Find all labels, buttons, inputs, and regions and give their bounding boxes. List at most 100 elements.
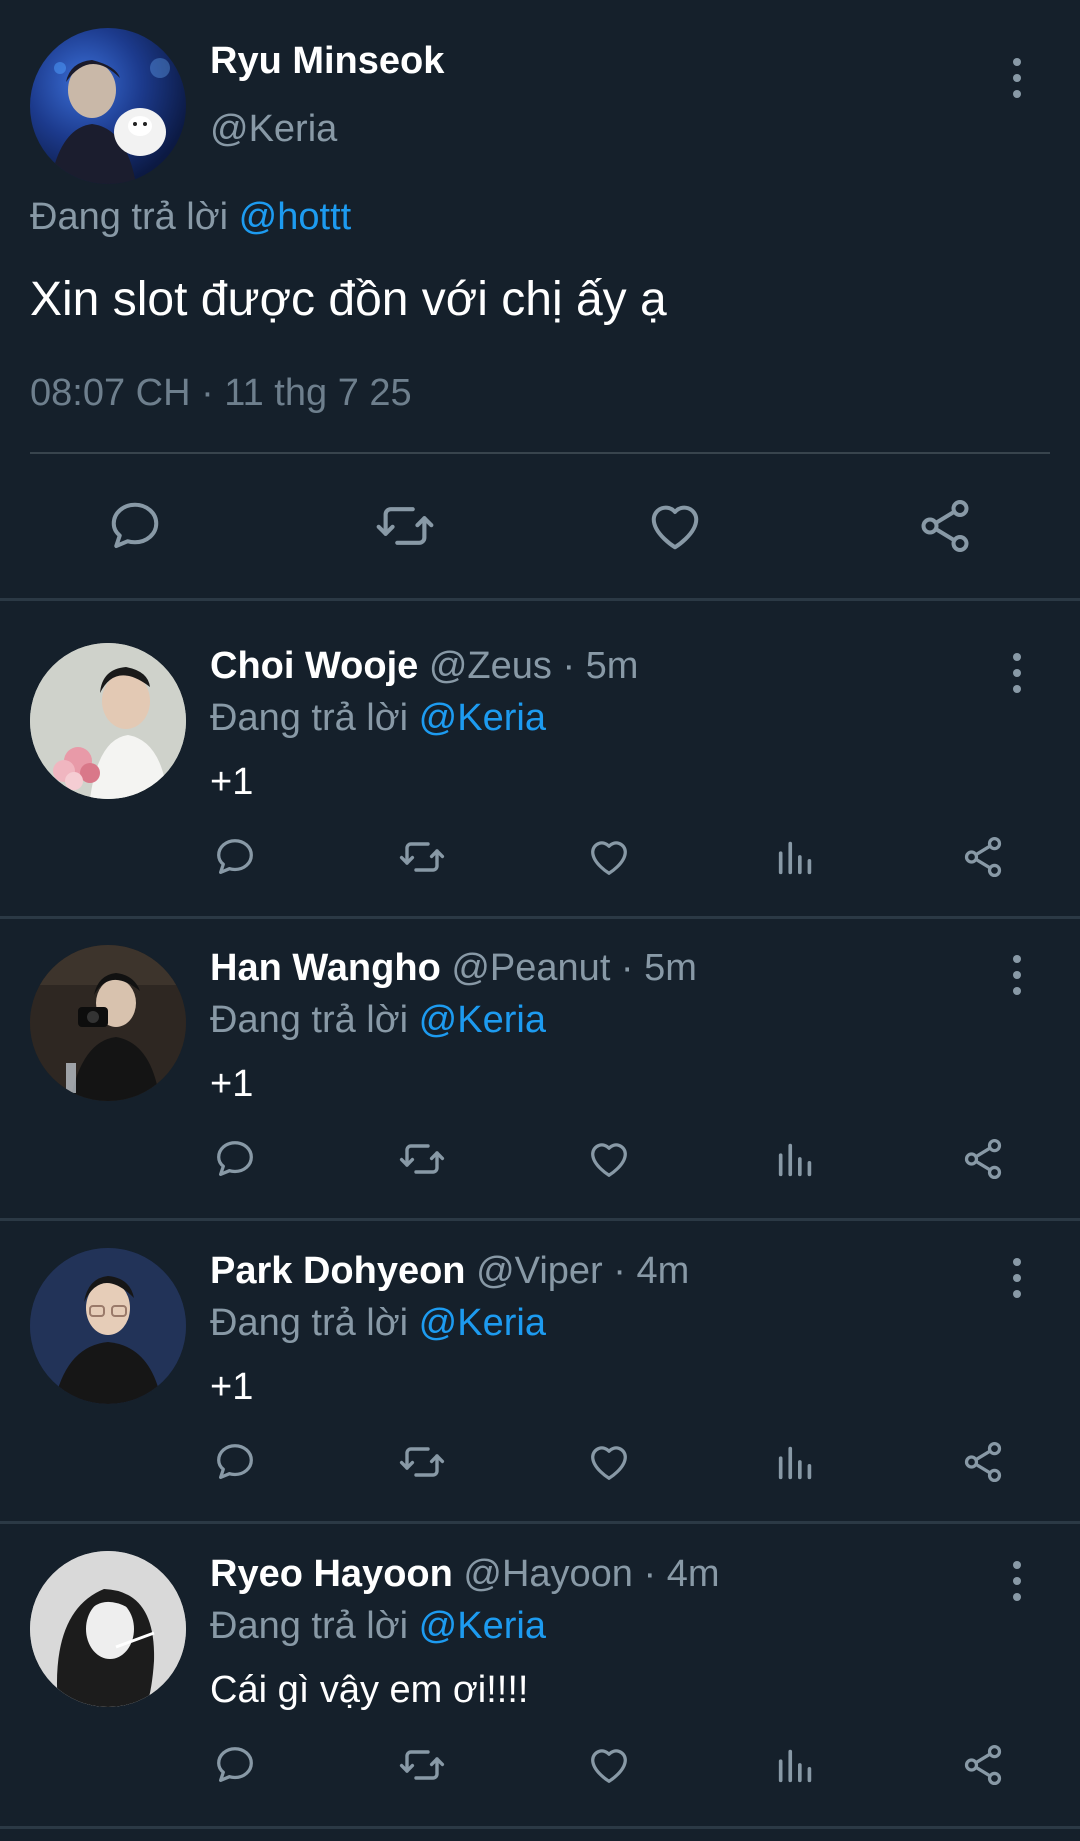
author-name[interactable]: Han Wangho [210, 947, 441, 989]
like-icon [591, 1749, 627, 1783]
reply-text: +1 [210, 761, 254, 803]
avatar-photo-icon [30, 945, 186, 1101]
more-options-icon[interactable] [1002, 953, 1032, 997]
mention-link[interactable]: @hottt [239, 196, 352, 238]
reply-icon [217, 1141, 253, 1176]
author-handle[interactable]: @Keria [210, 108, 337, 151]
like-icon [591, 1446, 627, 1480]
reply-tweet[interactable]: Ryeo Hayoon @Hayoon · 4m Đang trả lời @K… [0, 1509, 1080, 1809]
author-name[interactable]: Ryeo Hayoon [210, 1553, 453, 1595]
share-button[interactable] [909, 490, 981, 562]
reply-header: Ryeo Hayoon @Hayoon · 4m [210, 1553, 720, 1596]
mention-link[interactable]: @Keria [419, 697, 546, 739]
tweet-text: Xin slot được đồn với chị ấy ạ [30, 273, 667, 326]
author-name[interactable]: Park Dohyeon [210, 1250, 466, 1292]
like-button[interactable] [581, 829, 637, 885]
reply-header: Choi Wooje @Zeus · 5m [210, 645, 638, 688]
avatar[interactable] [30, 945, 186, 1101]
share-button[interactable] [955, 1131, 1011, 1187]
author-handle-time[interactable]: @Zeus · 5m [429, 645, 639, 687]
avatar-photo-icon [30, 1551, 186, 1707]
retweet-button[interactable] [394, 1131, 450, 1187]
reply-button[interactable] [207, 1434, 263, 1490]
like-button[interactable] [581, 1434, 637, 1490]
reply-tweet[interactable]: Han Wangho @Peanut · 5m Đang trả lời @Ke… [0, 903, 1080, 1203]
share-button[interactable] [955, 1737, 1011, 1793]
retweet-icon [399, 842, 445, 872]
retweet-button[interactable] [394, 1737, 450, 1793]
reply-tweet[interactable]: Choi Wooje @Zeus · 5m Đang trả lời @Keri… [0, 601, 1080, 901]
replying-to: Đang trả lời @Keria [210, 999, 546, 1042]
avatar-photo-icon [30, 1248, 186, 1404]
avatar[interactable] [30, 1551, 186, 1707]
mention-link[interactable]: @Keria [419, 1605, 546, 1647]
avatar[interactable] [30, 28, 186, 184]
author-handle-time[interactable]: @Viper · 4m [476, 1250, 689, 1292]
reply-text: +1 [210, 1063, 254, 1105]
replying-to: Đang trả lời @Keria [210, 697, 546, 740]
author-name[interactable]: Choi Wooje [210, 645, 418, 687]
replying-to: Đang trả lời @hottt [30, 196, 351, 239]
mention-link[interactable]: @Keria [419, 999, 546, 1041]
reply-icon [217, 1444, 253, 1479]
like-icon [591, 841, 627, 875]
views-button[interactable] [768, 1131, 824, 1187]
views-button[interactable] [768, 829, 824, 885]
views-icon [778, 1143, 812, 1177]
reply-actions [0, 829, 1080, 889]
views-button[interactable] [768, 1434, 824, 1490]
views-button[interactable] [768, 1737, 824, 1793]
retweet-button[interactable] [369, 490, 441, 562]
more-options-icon[interactable] [1002, 651, 1032, 695]
share-icon [964, 836, 1002, 878]
retweet-icon [399, 1750, 445, 1780]
retweet-icon [399, 1447, 445, 1477]
retweet-icon [399, 1144, 445, 1174]
like-icon [651, 505, 699, 550]
reply-button[interactable] [207, 1737, 263, 1793]
reply-actions [0, 1737, 1080, 1797]
author-name[interactable]: Ryu Minseok [210, 40, 444, 83]
like-button[interactable] [581, 1737, 637, 1793]
author-handle-time[interactable]: @Peanut · 5m [451, 947, 697, 989]
reply-button[interactable] [207, 1131, 263, 1187]
main-tweet: Ryu Minseok @Keria Đang trả lời @hottt X… [0, 0, 1080, 600]
tweet-actions [0, 490, 1080, 566]
author-handle-time[interactable]: @Hayoon · 4m [463, 1553, 719, 1595]
avatar[interactable] [30, 643, 186, 799]
share-button[interactable] [955, 1434, 1011, 1490]
mention-link[interactable]: @Keria [419, 1302, 546, 1344]
replying-prefix: Đang trả lời [210, 999, 409, 1041]
avatar-photo-icon [30, 643, 186, 799]
avatar-photo-icon [50, 58, 170, 184]
retweet-button[interactable] [394, 1434, 450, 1490]
reply-text: Cái gì vậy em ơi!!!! [210, 1669, 529, 1711]
like-button[interactable] [639, 490, 711, 562]
replying-prefix: Đang trả lời [30, 196, 229, 238]
reply-text: +1 [210, 1366, 254, 1408]
share-icon [964, 1441, 1002, 1483]
reply-actions [0, 1434, 1080, 1494]
reply-button[interactable] [207, 829, 263, 885]
reply-button[interactable] [99, 490, 171, 562]
share-icon [921, 500, 969, 552]
replying-prefix: Đang trả lời [210, 1302, 409, 1344]
reply-icon [217, 839, 253, 874]
more-options-icon[interactable] [1002, 56, 1032, 100]
tweet-timestamp: 08:07 CH · 11 thg 7 25 [30, 372, 412, 414]
share-icon [964, 1744, 1002, 1786]
reply-tweet[interactable]: Park Dohyeon @Viper · 4m Đang trả lời @K… [0, 1206, 1080, 1506]
like-icon [591, 1143, 627, 1177]
share-icon [964, 1138, 1002, 1180]
replying-to: Đang trả lời @Keria [210, 1302, 546, 1345]
retweet-icon [376, 507, 434, 545]
retweet-button[interactable] [394, 829, 450, 885]
reply-actions [0, 1131, 1080, 1191]
share-button[interactable] [955, 829, 1011, 885]
replying-prefix: Đang trả lời [210, 697, 409, 739]
avatar[interactable] [30, 1248, 186, 1404]
views-icon [778, 1446, 812, 1480]
more-options-icon[interactable] [1002, 1559, 1032, 1603]
like-button[interactable] [581, 1131, 637, 1187]
more-options-icon[interactable] [1002, 1256, 1032, 1300]
